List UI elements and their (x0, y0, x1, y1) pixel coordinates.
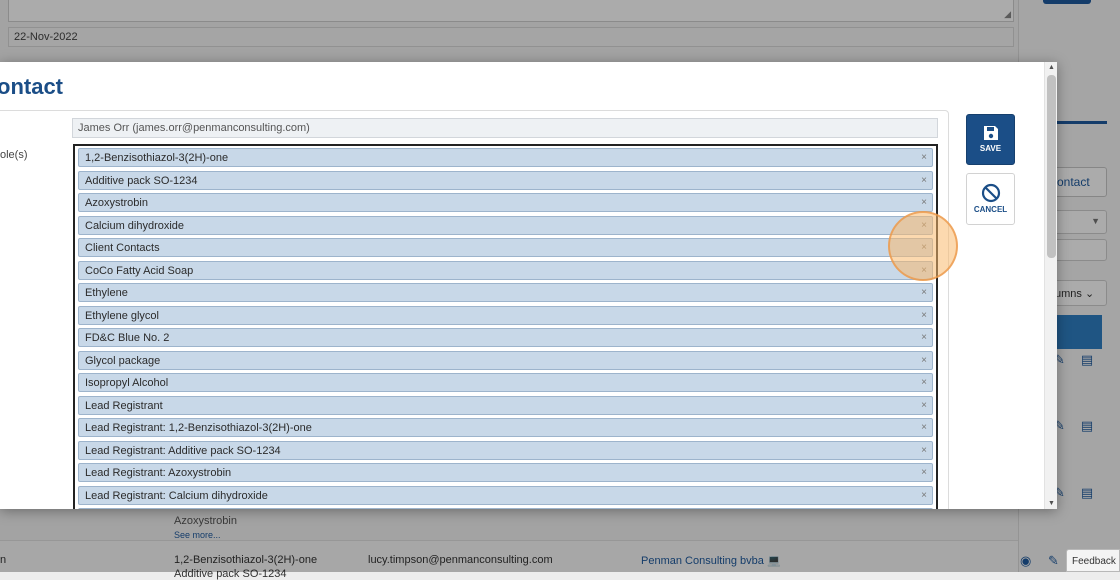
remove-tag-icon[interactable]: × (921, 467, 927, 478)
role-tag: Lead Registrant × (78, 395, 933, 415)
role-tag: Lead Registrant: Azoxystrobin × (78, 463, 933, 482)
role-tag-label: CoCo Fatty Acid Soap (85, 264, 194, 277)
role-tag-label: Ethylene glycol (85, 309, 159, 322)
role-tag-label: Azoxystrobin (85, 197, 148, 209)
remove-tag-icon[interactable]: × (921, 490, 927, 501)
roles-label: ole(s) (0, 149, 28, 161)
ban-icon (981, 183, 1000, 203)
remove-tag-icon[interactable]: × (921, 175, 927, 186)
scroll-up-icon[interactable]: ▲ (1048, 64, 1055, 71)
save-button[interactable]: SAVE (966, 114, 1015, 165)
remove-tag-icon[interactable]: × (921, 422, 927, 433)
role-tag-label: Lead Registrant: Azoxystrobin (85, 467, 232, 479)
role-tag-label: Lead Registrant (85, 399, 163, 412)
role-tag-label: Lead Registrant: 1,2-Benzisothiazol-3(2H… (85, 422, 312, 434)
remove-tag-icon[interactable]: × (921, 377, 927, 388)
remove-tag-icon[interactable]: × (921, 152, 927, 163)
roles-multiselect[interactable]: 1,2-Benzisothiazol-3(2H)-one × Additive pa… (73, 144, 938, 509)
modal-title: ontact (0, 74, 63, 99)
role-tag: Lead Registrant: Calcium dihydroxide × (78, 485, 933, 505)
modal-scrollbar[interactable]: ▲ ▼ (1044, 62, 1057, 509)
scroll-down-icon[interactable]: ▼ (1048, 500, 1055, 507)
remove-tag-icon[interactable]: × (921, 400, 927, 411)
remove-tag-icon[interactable]: × (921, 197, 927, 208)
role-tag: Isopropyl Alcohol × (78, 373, 933, 392)
edit-contact-modal: ontact ole(s) James Orr (james.orr@penma… (0, 62, 1057, 509)
role-tag-label: 1,2-Benzisothiazol-3(2H)-one (85, 152, 229, 164)
role-tag-label: FD&C Blue No. 2 (85, 332, 170, 344)
user-field: James Orr (james.orr@penmanconsulting.co… (72, 118, 938, 138)
feedback-tab[interactable]: Feedback (1066, 549, 1120, 572)
role-tag: × (78, 508, 933, 509)
role-tag: Lead Registrant: 1,2-Benzisothiazol-3(2H… (78, 418, 933, 437)
role-tag: Ethylene glycol × (78, 305, 933, 325)
role-tag-label: Lead Registrant: Calcium dihydroxide (85, 489, 268, 502)
remove-tag-icon[interactable]: × (921, 355, 927, 366)
remove-tag-icon[interactable]: × (921, 287, 927, 298)
role-tag: FD&C Blue No. 2 × (78, 328, 933, 347)
role-tag-label: Client Contacts (85, 242, 160, 254)
floppy-disk-icon (983, 126, 998, 140)
role-tag-label: Glycol package (85, 354, 161, 367)
role-tag-label: Lead Registrant: Additive pack SO-1234 (85, 444, 281, 457)
role-tag-label: Ethylene (85, 287, 128, 299)
scrollbar-thumb[interactable] (1047, 75, 1056, 258)
role-tag: Glycol package × (78, 350, 933, 370)
role-tag: Additive pack SO-1234 × (78, 170, 933, 190)
remove-tag-icon[interactable]: × (921, 265, 927, 276)
remove-tag-icon[interactable]: × (921, 220, 927, 231)
role-tag: Lead Registrant: Additive pack SO-1234 × (78, 440, 933, 460)
role-tag: Ethylene × (78, 283, 933, 302)
remove-tag-icon[interactable]: × (921, 445, 927, 456)
role-tag: 1,2-Benzisothiazol-3(2H)-one × (78, 148, 933, 167)
role-tag: Calcium dihydroxide × (78, 215, 933, 235)
role-tag: Azoxystrobin × (78, 193, 933, 212)
save-button-label: SAVE (979, 144, 1002, 153)
remove-tag-icon[interactable]: × (921, 310, 927, 321)
role-tag: Client Contacts × (78, 238, 933, 257)
cancel-button-label: CANCEL (973, 205, 1008, 214)
cancel-button[interactable]: CANCEL (966, 173, 1015, 225)
remove-tag-icon[interactable]: × (921, 242, 927, 253)
remove-tag-icon[interactable]: × (921, 332, 927, 343)
role-tag-label: Isopropyl Alcohol (85, 377, 169, 389)
role-tag: CoCo Fatty Acid Soap × (78, 260, 933, 280)
role-tag-label: Additive pack SO-1234 (85, 174, 198, 187)
role-tag-label: Calcium dihydroxide (85, 219, 185, 232)
